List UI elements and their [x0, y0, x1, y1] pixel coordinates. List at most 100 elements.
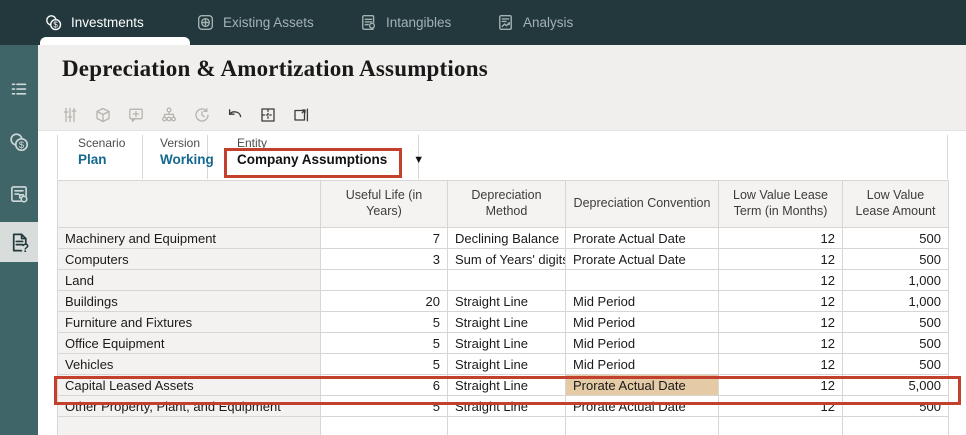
- hierarchy-icon[interactable]: [159, 106, 178, 125]
- sliders-icon[interactable]: [60, 106, 79, 125]
- depreciation-convention-cell[interactable]: Prorate Actual Date: [566, 228, 719, 249]
- useful-life-cell[interactable]: 3: [321, 249, 448, 270]
- column-header-useful-life[interactable]: Useful Life (in Years): [321, 181, 448, 228]
- partial-row: [58, 417, 949, 435]
- lease-amount-cell[interactable]: 500: [843, 354, 949, 375]
- pov-divider: [142, 135, 143, 179]
- column-header-depreciation-convention[interactable]: Depreciation Convention: [566, 181, 719, 228]
- lease-term-cell[interactable]: 12: [719, 354, 843, 375]
- depreciation-convention-cell[interactable]: [566, 270, 719, 291]
- lease-amount-cell[interactable]: 500: [843, 396, 949, 417]
- depreciation-convention-cell[interactable]: Mid Period: [566, 333, 719, 354]
- page-title: Depreciation & Amortization Assumptions: [62, 56, 488, 82]
- useful-life-cell[interactable]: 7: [321, 228, 448, 249]
- chevron-down-icon: ▼: [413, 154, 424, 166]
- coins-icon: $: [45, 14, 62, 31]
- document-question-icon: ?: [9, 232, 30, 253]
- row-label-cell: Computers: [58, 249, 321, 270]
- table-row: Office Equipment 5 Straight Line Mid Per…: [58, 333, 949, 354]
- table-row: Furniture and Fixtures 5 Straight Line M…: [58, 312, 949, 333]
- lease-term-cell[interactable]: 12: [719, 249, 843, 270]
- row-label-cell: Land: [58, 270, 321, 291]
- sidebar-item-navigator[interactable]: [0, 71, 38, 107]
- scenario-selector[interactable]: Plan: [78, 152, 107, 167]
- lease-amount-cell[interactable]: 500: [843, 249, 949, 270]
- lease-term-cell[interactable]: 12: [719, 270, 843, 291]
- pov-divider: [947, 135, 948, 179]
- lease-term-cell[interactable]: 12: [719, 333, 843, 354]
- tab-label: Investments: [71, 15, 144, 30]
- useful-life-cell[interactable]: 5: [321, 333, 448, 354]
- depreciation-convention-cell[interactable]: Prorate Actual Date: [566, 375, 719, 396]
- entity-value: Company Assumptions: [237, 152, 387, 167]
- useful-life-cell[interactable]: 5: [321, 396, 448, 417]
- lease-amount-cell[interactable]: 500: [843, 228, 949, 249]
- lease-amount-cell[interactable]: 500: [843, 333, 949, 354]
- svg-text:$: $: [19, 140, 25, 150]
- depreciation-method-cell[interactable]: Straight Line: [448, 312, 566, 333]
- depreciation-method-cell[interactable]: Straight Line: [448, 354, 566, 375]
- row-label-cell: Furniture and Fixtures: [58, 312, 321, 333]
- depreciation-convention-cell[interactable]: Mid Period: [566, 354, 719, 375]
- table-row: Other Property, Plant, and Equipment 5 S…: [58, 396, 949, 417]
- scenario-label: Scenario: [78, 136, 125, 150]
- useful-life-cell[interactable]: 20: [321, 291, 448, 312]
- depreciation-convention-cell[interactable]: Mid Period: [566, 312, 719, 333]
- depreciation-method-cell[interactable]: [448, 270, 566, 291]
- lease-term-cell[interactable]: 12: [719, 375, 843, 396]
- pop-out-icon[interactable]: [291, 106, 310, 125]
- column-header-lease-amount[interactable]: Low Value Lease Amount: [843, 181, 949, 228]
- depreciation-method-cell[interactable]: Straight Line: [448, 396, 566, 417]
- useful-life-cell[interactable]: 6: [321, 375, 448, 396]
- main-area: Depreciation & Amortization Assumptions: [38, 45, 966, 435]
- lease-amount-cell[interactable]: 1,000: [843, 291, 949, 312]
- lease-term-cell[interactable]: 12: [719, 396, 843, 417]
- comment-plus-icon[interactable]: [126, 106, 145, 125]
- lease-term-cell[interactable]: 12: [719, 291, 843, 312]
- cube-icon[interactable]: [93, 106, 112, 125]
- lease-amount-cell[interactable]: 1,000: [843, 270, 949, 291]
- header-row: Useful Life (in Years) Depreciation Meth…: [58, 181, 949, 228]
- tab-analysis[interactable]: Analysis: [497, 0, 573, 45]
- version-label: Version: [160, 136, 200, 150]
- useful-life-cell[interactable]: [321, 270, 448, 291]
- tab-intangibles[interactable]: Intangibles: [360, 0, 451, 45]
- useful-life-cell[interactable]: 5: [321, 354, 448, 375]
- assumptions-grid: Useful Life (in Years) Depreciation Meth…: [57, 180, 949, 435]
- depreciation-method-cell[interactable]: Straight Line: [448, 375, 566, 396]
- pov-divider: [57, 135, 58, 179]
- entity-selector[interactable]: Company Assumptions ▼: [237, 152, 424, 167]
- depreciation-method-cell[interactable]: Straight Line: [448, 333, 566, 354]
- row-label-column-header: [58, 181, 321, 228]
- depreciation-convention-cell[interactable]: Mid Period: [566, 291, 719, 312]
- depreciation-convention-cell[interactable]: Prorate Actual Date: [566, 396, 719, 417]
- column-header-lease-term[interactable]: Low Value Lease Term (in Months): [719, 181, 843, 228]
- lease-amount-cell[interactable]: 5,000: [843, 375, 949, 396]
- coins-icon: $: [9, 132, 29, 152]
- depreciation-method-cell[interactable]: Declining Balance: [448, 228, 566, 249]
- row-label-cell: Office Equipment: [58, 333, 321, 354]
- sidebar-item-reports[interactable]: [0, 176, 38, 212]
- depreciation-convention-cell[interactable]: Prorate Actual Date: [566, 249, 719, 270]
- tab-existing-assets[interactable]: Existing Assets: [197, 0, 314, 45]
- report-icon: [9, 184, 29, 204]
- table-row: Capital Leased Assets 6 Straight Line Pr…: [58, 375, 949, 396]
- entity-label: Entity: [237, 136, 267, 150]
- depreciation-method-cell[interactable]: Straight Line: [448, 291, 566, 312]
- sidebar-item-investments[interactable]: $: [0, 124, 38, 160]
- lease-amount-cell[interactable]: 500: [843, 312, 949, 333]
- depreciation-method-cell[interactable]: Sum of Years' digits: [448, 249, 566, 270]
- circle-plus-icon: [197, 14, 214, 31]
- row-label-cell: Vehicles: [58, 354, 321, 375]
- lease-term-cell[interactable]: 12: [719, 312, 843, 333]
- lease-term-cell[interactable]: 12: [719, 228, 843, 249]
- sidebar-item-assumptions[interactable]: ?: [0, 222, 38, 262]
- grid-borders-icon[interactable]: [258, 106, 277, 125]
- useful-life-cell[interactable]: 5: [321, 312, 448, 333]
- version-selector[interactable]: Working: [160, 152, 214, 167]
- column-header-depreciation-method[interactable]: Depreciation Method: [448, 181, 566, 228]
- list-icon: [9, 79, 29, 99]
- document-chart-icon: [497, 14, 514, 31]
- undo-icon[interactable]: [225, 106, 244, 125]
- history-icon[interactable]: [192, 106, 211, 125]
